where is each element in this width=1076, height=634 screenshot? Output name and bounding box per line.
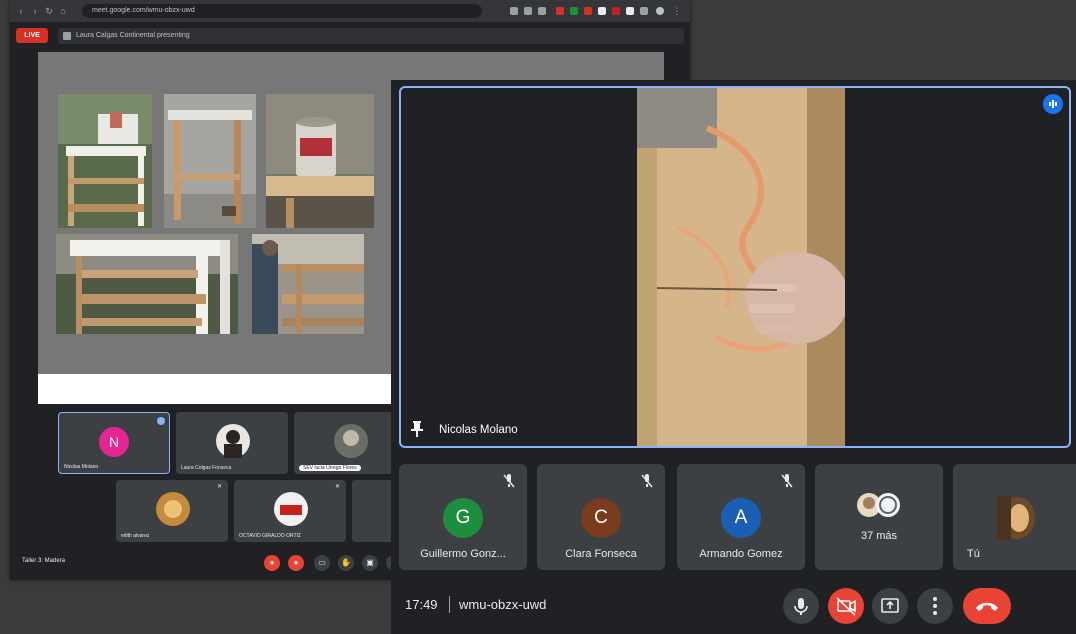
extension-icon[interactable] (640, 7, 648, 15)
extension-icon[interactable] (626, 7, 634, 15)
participant-name: Clara Fonseca (565, 548, 637, 560)
camera-off-icon[interactable]: ● (288, 555, 304, 571)
more-participants-tile[interactable]: 37 más (815, 464, 943, 570)
call-end-icon (976, 602, 998, 611)
forward-icon[interactable]: › (30, 6, 40, 16)
workshop-photo-bench (56, 234, 238, 334)
meeting-control-bar: 17:49 wmu-obzx-uwd (391, 580, 1076, 634)
participant-name: OCTAVIO GIRALDO ORTIZ (239, 533, 301, 539)
speaking-indicator-icon (1043, 94, 1063, 114)
divider (449, 596, 450, 613)
participant-name: Guillermo Gonz... (420, 548, 506, 560)
camera-off-icon (836, 597, 856, 616)
workshop-photo-table (164, 94, 256, 228)
speaker-video (637, 88, 845, 446)
meeting-name: Taller 3: Madera (22, 558, 66, 564)
mic-off-icon[interactable]: ● (264, 555, 280, 571)
participant-name: Armando Gomez (699, 548, 783, 560)
mic-off-icon (503, 474, 515, 488)
live-badge: LIVE (16, 28, 48, 43)
speaker-name: Nicolas Molano (439, 424, 518, 436)
participant-thumbnail[interactable]: SEV lucia Urrego Flores (294, 412, 406, 474)
meeting-clock: 17:49 (405, 597, 438, 612)
browser-menu-icon[interactable]: ⋮ (672, 6, 682, 16)
avatar: G (443, 498, 483, 538)
mic-icon (794, 598, 808, 615)
participant-name: SEV lucia Urrego Flores (299, 465, 361, 471)
end-call-button[interactable] (963, 588, 1011, 624)
url-text: meet.google.com/wmu-obzx-uwd (92, 7, 195, 14)
extension-icon[interactable] (584, 7, 592, 15)
participant-tile[interactable]: A Armando Gomez (677, 464, 805, 570)
avatar (156, 492, 190, 526)
pin-icon[interactable] (411, 421, 423, 437)
browser-toolbar: ‹ › ↻ ⌂ meet.google.com/wmu-obzx-uwd ⋮ (10, 0, 690, 22)
profile-avatar[interactable] (656, 7, 664, 15)
back-icon[interactable]: ‹ (16, 6, 26, 16)
self-video (997, 496, 1035, 540)
mic-off-icon (781, 474, 793, 488)
avatar (274, 492, 308, 526)
meeting-code: wmu-obzx-uwd (459, 597, 547, 612)
presentation-bar: LIVE Laura Calgas Continental presenting (10, 25, 690, 47)
self-tile[interactable]: Tú (953, 464, 1076, 570)
extension-icon[interactable] (612, 7, 620, 15)
participant-name: Nicolas Molano (64, 464, 99, 470)
workshop-photo-person (252, 234, 364, 334)
more-options-button[interactable] (917, 588, 953, 624)
presenting-banner: Laura Calgas Continental presenting (58, 28, 684, 44)
address-bar[interactable]: meet.google.com/wmu-obzx-uwd (82, 4, 482, 18)
participant-thumbnail[interactable]: N Nicolas Molano (58, 412, 170, 474)
self-label: Tú (967, 548, 980, 560)
avatar (334, 424, 368, 458)
mic-off-icon: ✕ (217, 484, 223, 490)
participant-tile[interactable]: C Clara Fonseca (537, 464, 665, 570)
participant-thumbnail[interactable]: ✕ OCTAVIO GIRALDO ORTIZ (234, 480, 346, 542)
participant-tile[interactable]: G Guillermo Gonz... (399, 464, 527, 570)
participant-thumbnail[interactable]: Laura Colgas Fonseca (176, 412, 288, 474)
extension-icon[interactable] (510, 7, 518, 15)
extension-icon[interactable] (524, 7, 532, 15)
avatar: N (99, 427, 129, 457)
workshop-photo-shelf (58, 94, 152, 228)
presenting-label: Laura Calgas Continental presenting (76, 32, 190, 39)
avatar: C (581, 498, 621, 538)
extension-icon[interactable] (556, 7, 564, 15)
more-vert-icon (933, 597, 937, 615)
foreground-meet-window: Nicolas Molano G Guillermo Gonz... C Cla… (391, 80, 1076, 634)
present-icon (881, 598, 899, 613)
mic-off-icon (641, 474, 653, 488)
captions-icon[interactable]: ▭ (314, 555, 330, 571)
active-speaker-tile[interactable]: Nicolas Molano (399, 86, 1071, 448)
present-icon[interactable]: ▣ (362, 555, 378, 571)
present-icon (63, 32, 71, 40)
extension-icon[interactable] (598, 7, 606, 15)
participant-name: edith alvarez (121, 533, 150, 539)
avatar: A (721, 498, 761, 538)
mic-off-icon: ✕ (335, 484, 341, 490)
home-icon[interactable]: ⌂ (58, 6, 68, 16)
present-button[interactable] (872, 588, 908, 624)
extension-icon[interactable] (570, 7, 578, 15)
camera-off-button[interactable] (828, 588, 864, 624)
speaking-indicator-icon (157, 417, 165, 425)
microphone-button[interactable] (783, 588, 819, 624)
participant-name: Laura Colgas Fonseca (181, 465, 232, 471)
more-participants-avatars (857, 493, 900, 517)
more-participants-count: 37 más (860, 530, 898, 542)
raise-hand-icon[interactable]: ✋ (338, 555, 354, 571)
extension-icon[interactable] (538, 7, 546, 15)
participant-thumbnail[interactable]: ✕ edith alvarez (116, 480, 228, 542)
reload-icon[interactable]: ↻ (44, 6, 54, 16)
avatar (216, 424, 250, 458)
workshop-photo-paint-can (266, 94, 374, 228)
